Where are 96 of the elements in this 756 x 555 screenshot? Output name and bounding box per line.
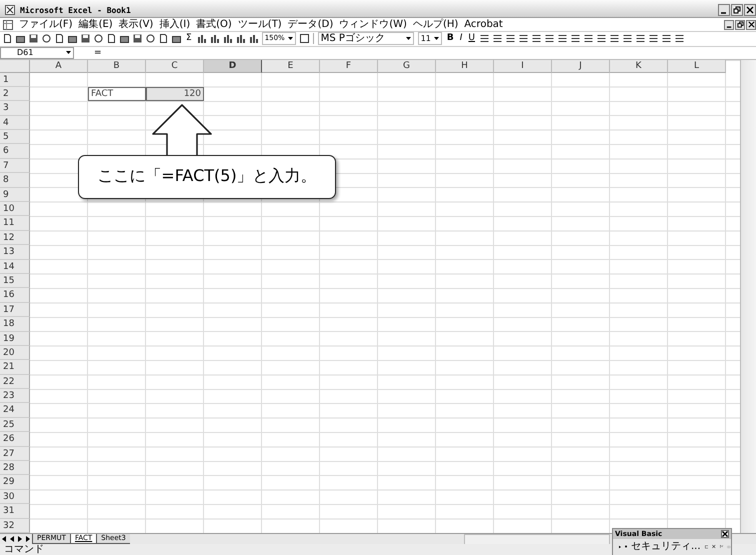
menu-item[interactable]: ウィンドウ(W) <box>339 18 407 31</box>
close-icon <box>748 21 754 28</box>
row-header[interactable]: 29 <box>0 475 30 490</box>
row-header[interactable]: 6 <box>0 144 30 159</box>
row-header[interactable]: 32 <box>0 518 30 533</box>
column-header[interactable]: B <box>88 60 146 72</box>
callout-text: ここに「=FACT(5)」と入力。 <box>78 154 336 198</box>
minimize-button[interactable] <box>724 20 734 30</box>
column-header[interactable]: L <box>668 60 726 72</box>
row-header[interactable]: 22 <box>0 374 30 390</box>
row-header[interactable]: 25 <box>0 418 30 432</box>
row-header[interactable]: 23 <box>0 389 30 404</box>
spreadsheet-icon <box>5 5 15 16</box>
table-cell: FACT <box>88 86 146 102</box>
format-button[interactable]: B <box>446 33 455 44</box>
align-center-icon[interactable] <box>493 34 502 44</box>
row-header[interactable]: 5 <box>0 130 30 144</box>
chart-icon[interactable] <box>236 34 245 44</box>
restore-icon <box>733 6 741 14</box>
align-left-icon[interactable] <box>480 34 490 44</box>
font-dropdown[interactable]: MS Pゴシック <box>318 32 414 46</box>
row-header[interactable]: 14 <box>0 260 30 274</box>
menu-item[interactable]: ヘルプ(H) <box>412 18 458 31</box>
row-header[interactable]: 28 <box>0 461 30 476</box>
row-header[interactable]: 21 <box>0 360 30 375</box>
menu-item[interactable]: 書式(O) <box>196 18 232 31</box>
minimize-button[interactable] <box>718 4 730 16</box>
close-button[interactable] <box>744 4 756 16</box>
caret-icon <box>406 37 411 40</box>
vertical-scrollbar[interactable] <box>740 60 756 533</box>
tab-scroll-button[interactable] <box>24 534 32 544</box>
row-header[interactable]: 15 <box>0 274 30 288</box>
tab-scroll-button[interactable] <box>16 534 24 544</box>
tab-scroll-button[interactable] <box>0 534 8 544</box>
menu-item[interactable]: 編集(E) <box>78 18 113 31</box>
name-box[interactable]: D61 <box>0 46 74 58</box>
column-header[interactable]: D <box>204 60 262 72</box>
menu-item[interactable]: データ(D) <box>288 18 334 31</box>
row-header[interactable]: 11 <box>0 216 30 231</box>
row-header[interactable]: 7 <box>0 158 30 174</box>
column-header[interactable]: F <box>320 60 378 72</box>
row-header[interactable]: 20 <box>0 346 30 360</box>
row-header[interactable]: 19 <box>0 332 30 346</box>
status-text: コマンド <box>4 544 44 555</box>
menu-item[interactable]: ツール(T) <box>238 18 282 31</box>
column-header[interactable]: A <box>30 60 88 72</box>
row-header[interactable]: 10 <box>0 202 30 216</box>
restore-icon <box>736 21 744 28</box>
document-icon[interactable] <box>3 34 12 44</box>
row-header[interactable]: 24 <box>0 403 30 418</box>
row-header[interactable]: 27 <box>0 446 30 462</box>
window-title: Microsoft Excel - Book1 <box>20 6 131 15</box>
column-header[interactable]: K <box>610 60 668 72</box>
row-header[interactable]: 8 <box>0 173 30 188</box>
format-button[interactable]: U <box>467 33 476 44</box>
column-header[interactable]: J <box>552 60 610 72</box>
row-header[interactable]: 12 <box>0 230 30 246</box>
column-header[interactable]: I <box>494 60 552 72</box>
menu-item[interactable]: 挿入(I) <box>159 18 190 31</box>
column-header[interactable]: E <box>262 60 320 72</box>
tab-scroll-button[interactable] <box>8 534 16 544</box>
autosum-button[interactable]: Σ <box>185 33 193 44</box>
formula-equals-sign: = <box>94 48 102 58</box>
format-button[interactable]: I <box>458 33 464 44</box>
menu-item[interactable]: 表示(V) <box>118 18 154 31</box>
column-header[interactable]: H <box>436 60 494 72</box>
row-header[interactable]: 26 <box>0 432 30 447</box>
row-header[interactable]: 18 <box>0 317 30 332</box>
table-cell: 120 <box>146 86 204 102</box>
close-icon <box>746 6 754 14</box>
row-header[interactable]: 2 <box>0 86 30 102</box>
row-header[interactable]: 9 <box>0 188 30 202</box>
column-header[interactable]: G <box>378 60 436 72</box>
row-header[interactable]: 17 <box>0 302 30 318</box>
font-size-dropdown[interactable]: 11 <box>418 32 442 46</box>
caret-icon <box>288 37 293 40</box>
row-header[interactable]: 1 <box>0 72 30 87</box>
caret-icon <box>434 37 439 40</box>
restore-button[interactable] <box>731 4 743 16</box>
row-header[interactable]: 31 <box>0 504 30 519</box>
restore-button[interactable] <box>735 20 745 30</box>
workbook-icon <box>3 20 13 30</box>
row-header[interactable]: 30 <box>0 490 30 504</box>
menu-item[interactable]: ファイル(F) <box>19 18 73 31</box>
close-button[interactable] <box>721 530 729 538</box>
row-header[interactable]: 4 <box>0 116 30 130</box>
menu-item[interactable]: Acrobat <box>464 18 503 31</box>
row-header[interactable]: 3 <box>0 101 30 116</box>
row-header[interactable]: 13 <box>0 245 30 260</box>
horizontal-scrollbar[interactable] <box>464 534 610 544</box>
close-button[interactable] <box>746 20 756 30</box>
column-header[interactable]: C <box>146 60 204 72</box>
security-button[interactable]: セキュリティ... <box>631 540 701 552</box>
row-header[interactable]: 16 <box>0 288 30 303</box>
caret-icon <box>66 51 71 54</box>
align-right-icon[interactable] <box>506 34 516 44</box>
